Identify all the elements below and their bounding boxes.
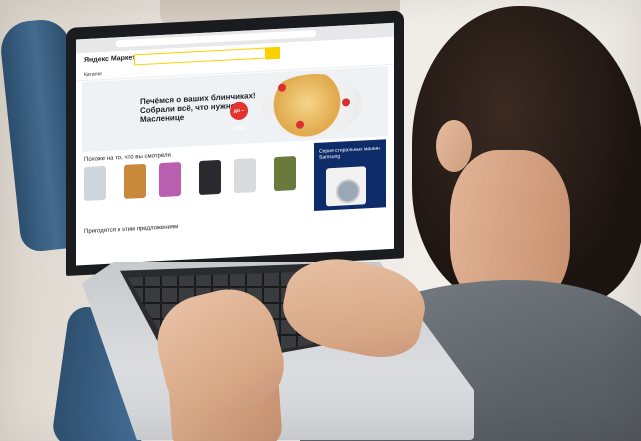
product-image — [199, 159, 221, 196]
site-logo: Яндекс Маркет — [84, 54, 136, 65]
product-image — [274, 155, 296, 192]
product-image — [159, 161, 181, 198]
product-row — [84, 155, 304, 214]
promo-banner: Печёмся о ваших блинчиках! Собрали всё, … — [82, 66, 388, 153]
product-image — [84, 165, 106, 202]
woman-ear — [436, 120, 472, 172]
product-image — [124, 163, 146, 199]
photo-scene: Яндекс Маркет Каталог Печёмся о ваших бл… — [0, 0, 641, 441]
section-recent-title: Похоже на то, что вы смотрели — [84, 152, 171, 164]
laptop-screen: Яндекс Маркет Каталог Печёмся о ваших бл… — [76, 22, 394, 266]
search-button — [266, 46, 280, 60]
ad-text: Серия стиральных машин Samsung — [319, 145, 380, 161]
samsung-ad: Серия стиральных машин Samsung — [314, 139, 386, 212]
catalog-link: Каталог — [84, 71, 103, 79]
laptop-lid: Яндекс Маркет Каталог Печёмся о ваших бл… — [66, 10, 404, 277]
washer-door — [336, 178, 360, 204]
section-suggest-title: Пригодятся к этим предложениям — [84, 224, 179, 236]
product-image — [234, 158, 256, 194]
washing-machine-image — [326, 166, 366, 207]
